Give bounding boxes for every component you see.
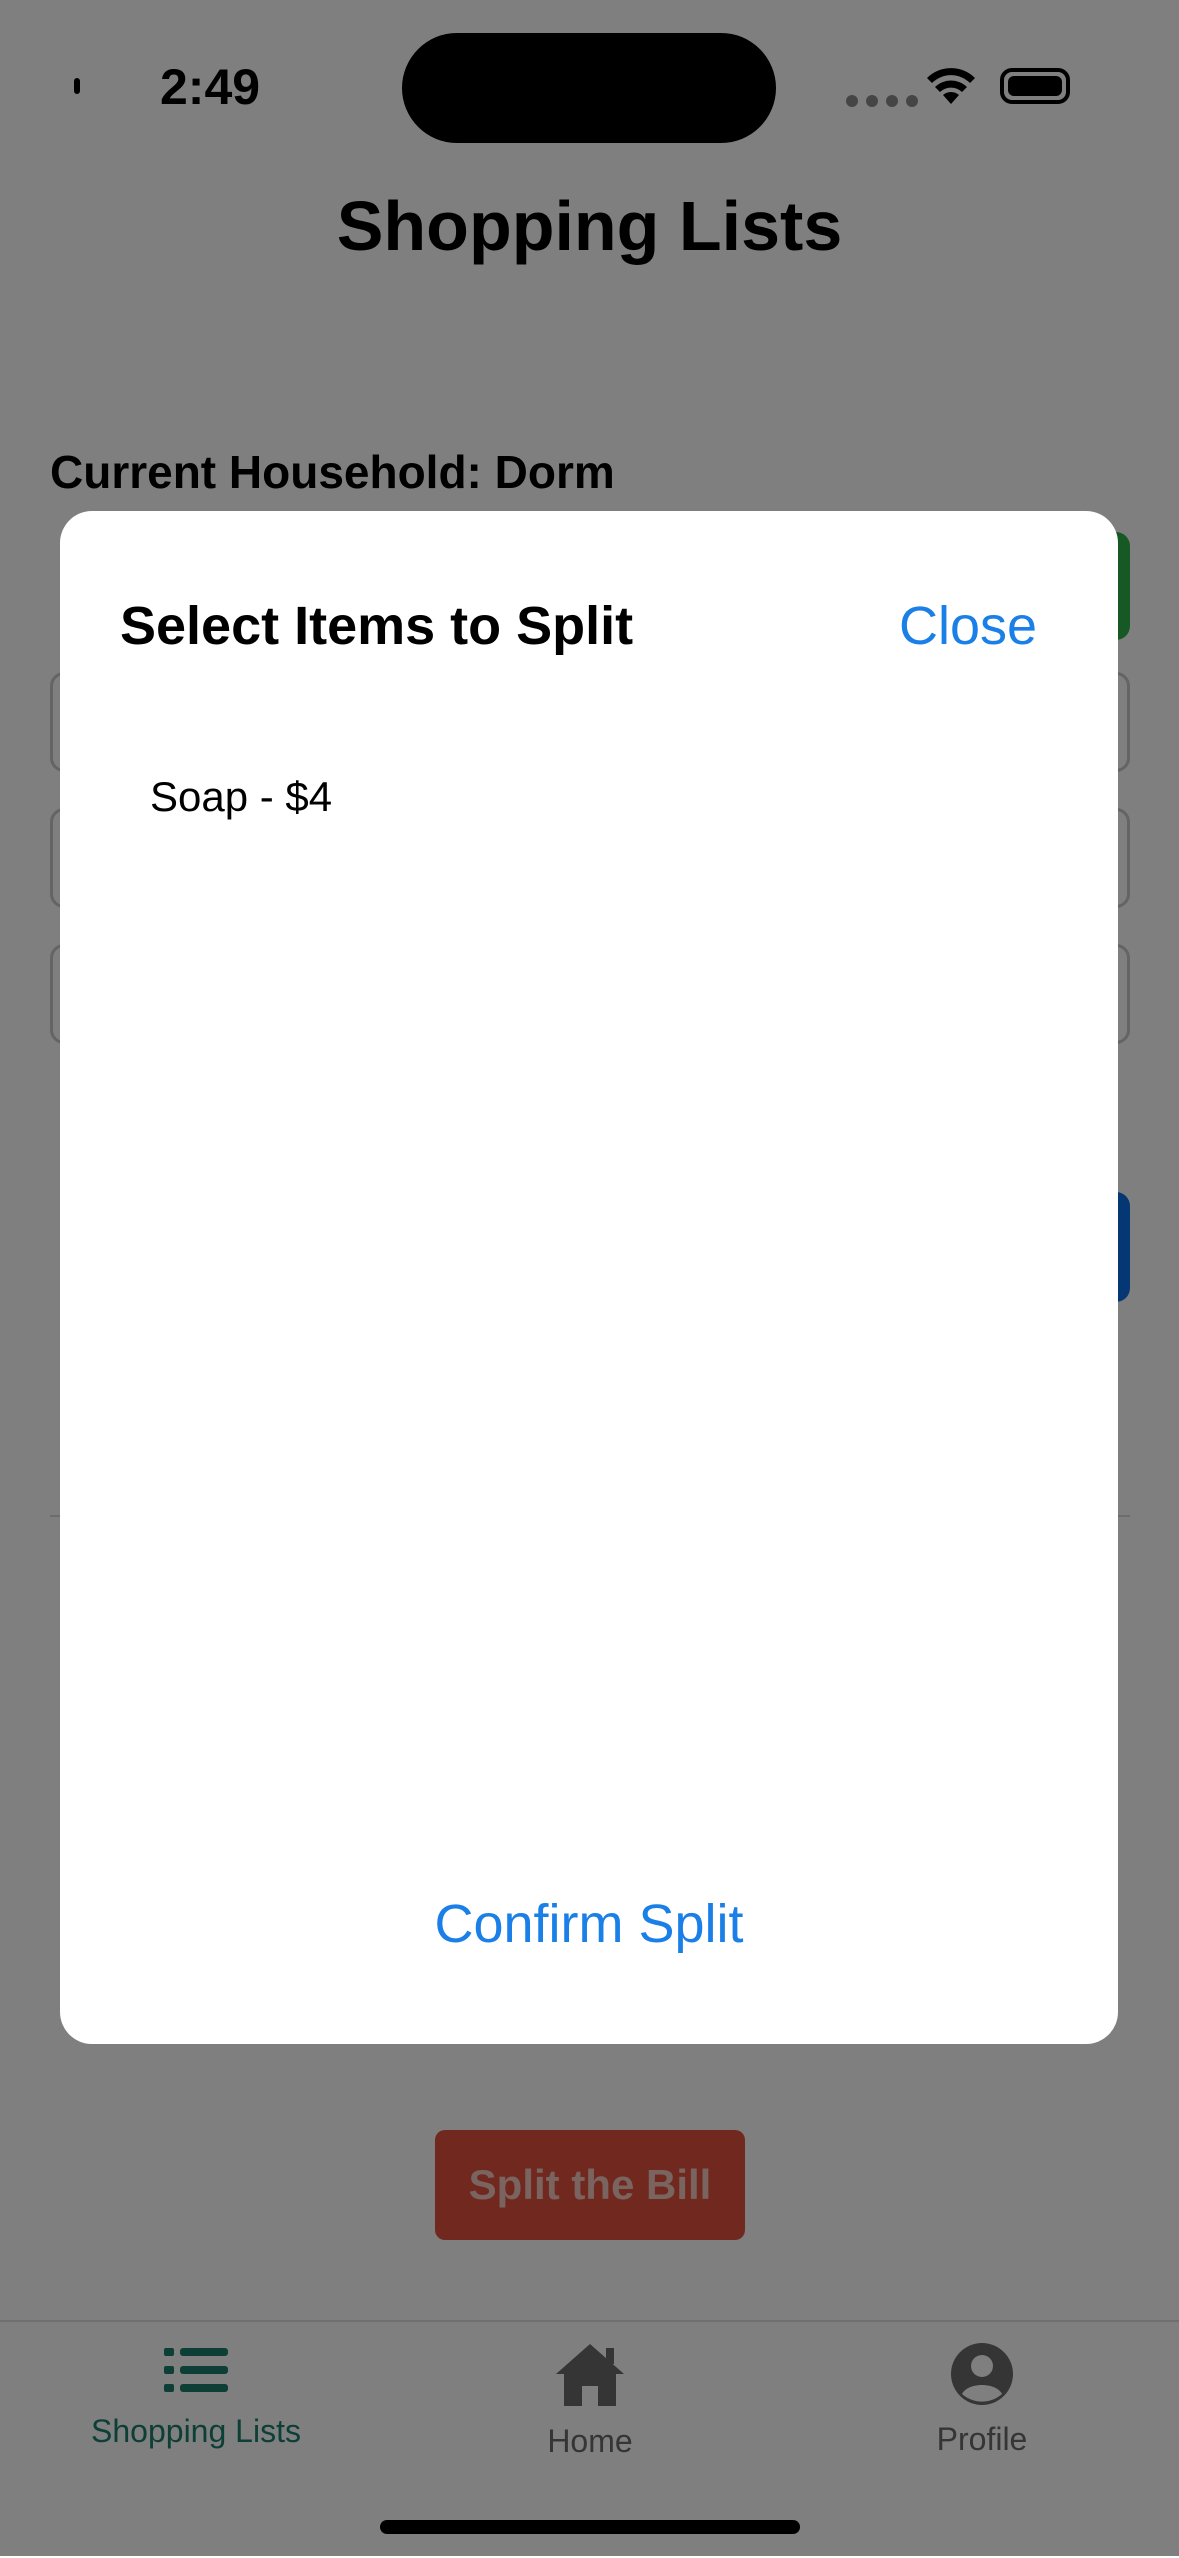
close-button[interactable]: Close bbox=[899, 595, 1037, 657]
split-items-modal: Select Items to Split Close Soap - $4 Co… bbox=[60, 511, 1118, 2044]
confirm-split-button[interactable]: Confirm Split bbox=[60, 1893, 1118, 1955]
split-item[interactable]: Soap - $4 bbox=[150, 773, 332, 821]
modal-title: Select Items to Split bbox=[120, 596, 634, 656]
